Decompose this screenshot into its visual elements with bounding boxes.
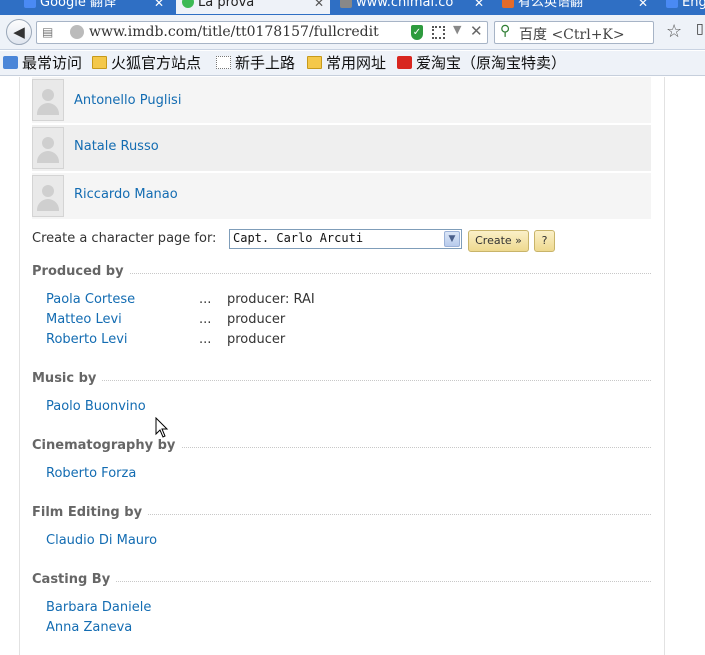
close-tab-icon[interactable]: ✕ [154,0,164,14]
cast-row: Riccardo Manao [32,173,651,219]
credit-role: producer [227,312,286,327]
page-icon [216,56,231,69]
bookmark-label: 常用网址 [326,54,387,72]
tab-eng[interactable]: Eng [660,0,705,14]
search-box[interactable]: ⚲ 百度 <Ctrl+K> [494,21,654,44]
tab-label: La prova [198,0,255,10]
clear-icon[interactable]: ✕ [470,22,483,40]
bookmark-label: 爱淘宝（原淘宝特卖） [416,54,567,72]
loading-favicon-icon [182,0,194,8]
url-text[interactable]: www.imdb.com/title/tt0178157/fullcredit [89,24,409,40]
close-tab-icon[interactable]: ✕ [314,0,324,14]
page-favicon-icon [340,0,352,8]
cast-name-link[interactable]: Riccardo Manao [74,187,178,202]
close-tab-icon[interactable]: ✕ [474,0,484,14]
chevron-down-icon[interactable]: ▼ [444,231,460,247]
youdao-favicon-icon [502,0,514,8]
credit-name-link[interactable]: Barbara Daniele [46,600,151,615]
globe-icon [70,25,84,39]
credit-name-link[interactable]: Claudio Di Mauro [46,533,157,548]
bookmark-label: 最常访问 [22,54,83,72]
help-button[interactable]: ? [534,230,555,252]
avatar-placeholder-icon[interactable] [32,175,64,217]
search-icon[interactable]: ⚲ [500,23,510,39]
create-button[interactable]: Create » [468,230,529,252]
page-list-icon[interactable]: ▤ [42,25,56,40]
folder-icon [307,56,322,69]
avatar-placeholder-icon[interactable] [32,127,64,169]
section-title-music-by: Music by [32,371,103,386]
bookmark-taobao[interactable]: 爱淘宝（原淘宝特卖） [397,53,566,73]
credit-role: producer: RAI [227,292,315,307]
page-favicon-icon [666,0,678,8]
bookmarks-bar: 最常访问 火狐官方站点 新手上路 常用网址 爱淘宝（原淘宝特卖） [0,51,705,76]
cast-name-link[interactable]: Natale Russo [74,139,159,154]
credit-role: producer [227,332,286,347]
mouse-cursor-icon [155,417,169,438]
content-border-left [19,77,20,655]
address-bar[interactable]: ▤ www.imdb.com/title/tt0178157/fullcredi… [36,21,488,44]
section-title-produced-by: Produced by [32,264,130,279]
bookmark-label: 新手上路 [235,54,296,72]
tab-strip: Google 翻译 ✕ La prova ✕ www.chimai.co ✕ 有… [0,0,705,15]
credit-name-link[interactable]: Roberto Levi [46,332,128,347]
section-title-casting-by: Casting By [32,572,117,587]
tab-label: 有么英语翻 [518,0,584,10]
google-favicon-icon [24,0,36,8]
tab-label: Eng [682,0,705,10]
section-divider [32,380,651,381]
avatar-placeholder-icon[interactable] [32,79,64,121]
taobao-icon [397,56,412,69]
character-select[interactable]: Capt. Carlo Arcuti ▼ [229,229,462,249]
credit-name-link[interactable]: Paolo Buonvino [46,399,146,414]
section-divider [32,581,651,582]
credit-name-link[interactable]: Matteo Levi [46,312,122,327]
cast-row: Antonello Puglisi [32,77,651,123]
bookmark-common-sites[interactable]: 常用网址 [307,53,386,73]
star-folder-icon [3,56,18,69]
tab-youdao[interactable]: 有么英语翻 ✕ [496,0,654,14]
character-page-label: Create a character page for: [32,231,217,246]
tab-google-translate[interactable]: Google 翻译 ✕ [18,0,170,14]
character-select-value[interactable]: Capt. Carlo Arcuti [233,231,363,245]
bookmark-star-icon[interactable]: ☆ [666,21,682,42]
cast-name-link[interactable]: Antonello Puglisi [74,93,181,108]
credit-name-link[interactable]: Anna Zaneva [46,620,132,635]
bookmark-label: 火狐官方站点 [111,54,202,72]
menu-icon[interactable]: ▯ [696,21,704,37]
bookmark-firefox-official[interactable]: 火狐官方站点 [92,53,201,73]
section-title-film-editing-by: Film Editing by [32,505,149,520]
navigation-bar: ◀ ▤ www.imdb.com/title/tt0178157/fullcre… [0,15,705,50]
tab-label: www.chimai.co [356,0,454,10]
credit-name-link[interactable]: Paola Cortese [46,292,135,307]
bookmark-getting-started[interactable]: 新手上路 [216,53,295,73]
dropdown-arrow-icon[interactable]: ▼ [453,23,461,36]
back-button[interactable]: ◀ [6,19,32,45]
cast-row: Natale Russo [32,125,651,171]
shield-icon[interactable]: ✓ [411,25,423,40]
tab-label: Google 翻译 [40,0,116,10]
credit-name-link[interactable]: Roberto Forza [46,466,136,481]
page-content: Antonello Puglisi Natale Russo Riccardo … [0,77,705,655]
folder-icon [92,56,107,69]
content-border-right [664,77,665,655]
qr-code-icon[interactable] [432,26,445,39]
tab-chimai[interactable]: www.chimai.co ✕ [334,0,490,14]
bookmark-most-visited[interactable]: 最常访问 [3,53,82,73]
credit-dots: ... [199,332,212,347]
section-title-cinematography-by: Cinematography by [32,438,182,453]
credit-dots: ... [199,292,212,307]
close-tab-icon[interactable]: ✕ [638,0,648,14]
credit-dots: ... [199,312,212,327]
tab-la-prova[interactable]: La prova ✕ [176,0,330,14]
search-placeholder[interactable]: 百度 <Ctrl+K> [519,24,625,44]
